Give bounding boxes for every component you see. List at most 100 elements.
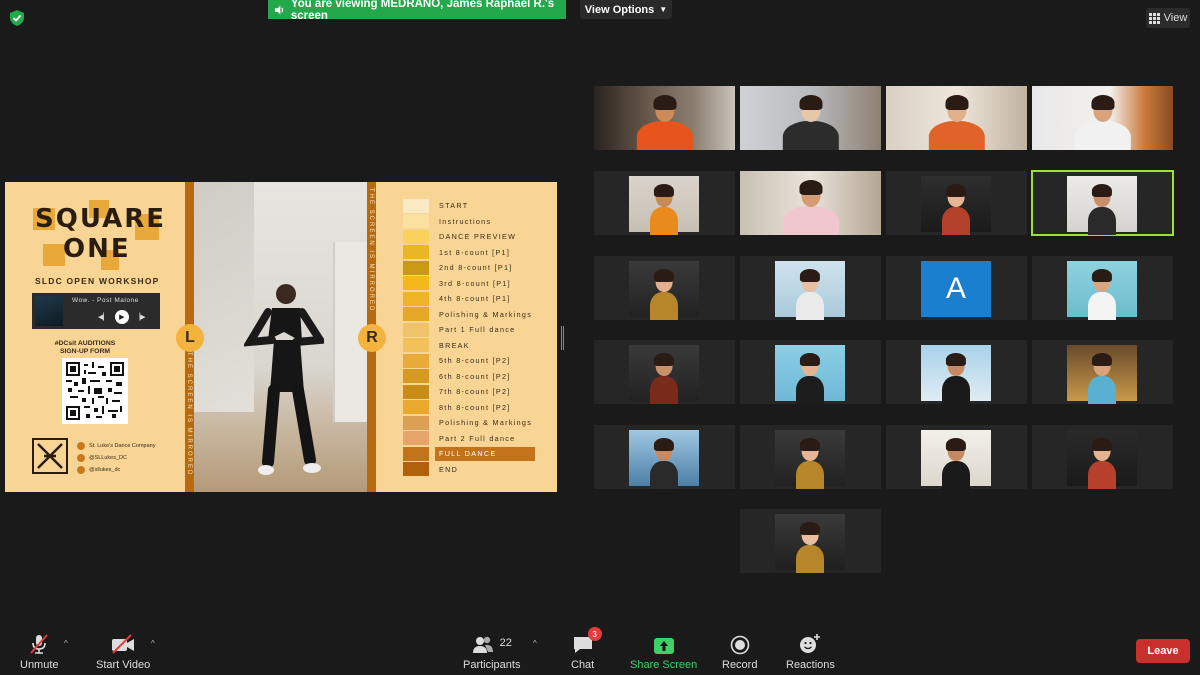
right-marker: R — [358, 324, 386, 352]
reactions-button[interactable]: Reactions — [786, 631, 835, 671]
schedule-label: Polishing & Markings — [439, 418, 533, 428]
participant-video — [629, 261, 699, 320]
participant-tile[interactable] — [740, 171, 881, 235]
play-icon: ▶ — [114, 310, 129, 324]
schedule-swatch — [403, 307, 429, 322]
schedule-swatch — [403, 245, 429, 260]
social-instagram: @sllukes_dc — [89, 467, 121, 473]
schedule-label: 2nd 8-count [P1] — [439, 263, 513, 273]
participant-video — [921, 176, 991, 235]
schedule-swatch — [403, 431, 429, 446]
participant-video — [629, 430, 699, 489]
muted-microphone-icon — [30, 634, 49, 654]
previous-icon: ◀▏ — [98, 314, 109, 321]
schedule-swatch — [403, 353, 429, 368]
schedule-swatch — [403, 400, 429, 415]
participant-tile[interactable] — [1032, 425, 1173, 489]
share-screen-label: Share Screen — [630, 659, 698, 671]
view-options-button[interactable]: View Options ▼ — [580, 0, 672, 19]
participant-video — [1067, 261, 1137, 320]
participant-tile[interactable] — [886, 171, 1027, 235]
next-icon: ▕▶ — [134, 314, 146, 321]
participant-tile[interactable] — [594, 340, 735, 404]
speaker-icon — [274, 4, 284, 15]
participant-tile[interactable] — [594, 256, 735, 320]
chat-unread-badge: 3 — [587, 627, 602, 641]
twitter-icon — [77, 454, 85, 462]
participant-video — [1067, 430, 1137, 489]
schedule-swatch — [403, 276, 429, 291]
qr-code — [62, 358, 128, 424]
participant-video — [775, 514, 845, 573]
participant-video — [1067, 345, 1137, 404]
title-line-2: ONE — [63, 234, 131, 264]
security-shield-icon[interactable] — [10, 10, 24, 26]
leave-button[interactable]: Leave — [1136, 639, 1190, 663]
participant-avatar: A — [921, 261, 991, 317]
participant-tile[interactable] — [886, 86, 1027, 150]
participant-tile[interactable] — [740, 256, 881, 320]
schedule-swatch — [403, 229, 429, 244]
schedule-row: 8th 8-count [P2] — [403, 400, 535, 416]
schedule-swatch — [403, 384, 429, 399]
video-off-icon — [112, 634, 135, 654]
participant-tile[interactable] — [740, 425, 881, 489]
participant-tile[interactable] — [1032, 340, 1173, 404]
participants-options-chevron-icon[interactable]: ^ — [533, 639, 537, 648]
share-screen-button[interactable]: Share Screen — [630, 631, 697, 671]
active-speaker-tile[interactable] — [1031, 170, 1174, 236]
participant-tile[interactable] — [740, 340, 881, 404]
video-options-chevron-icon[interactable]: ^ — [151, 639, 155, 648]
schedule-row: 1st 8-count [P1] — [403, 245, 535, 261]
view-button[interactable]: View — [1146, 8, 1190, 28]
schedule-row: BREAK — [403, 338, 535, 354]
unmute-button[interactable]: Unmute — [20, 631, 59, 671]
schedule-label: FULL DANCE — [435, 446, 535, 461]
song-title: Wow. - Post Malone — [72, 297, 139, 304]
schedule-row: DANCE PREVIEW — [403, 229, 535, 245]
schedule-label: 7th 8-count [P2] — [439, 387, 511, 397]
shared-screen[interactable]: SQUARE ONE SLDC OPEN WORKSHOP Wow. - Pos… — [5, 182, 557, 492]
participant-video — [1067, 176, 1137, 235]
start-video-label: Start Video — [96, 659, 151, 671]
schedule-label: DANCE PREVIEW — [439, 232, 517, 242]
participant-tile[interactable] — [886, 425, 1027, 489]
view-options-label: View Options — [584, 3, 655, 16]
schedule-label: Instructions — [439, 216, 492, 226]
participant-tile[interactable] — [594, 425, 735, 489]
schedule-row: FULL DANCE — [403, 446, 535, 462]
record-button[interactable]: Record — [722, 631, 757, 671]
participant-tile[interactable] — [740, 86, 881, 150]
social-twitter: @SLLukes_DC — [89, 455, 127, 461]
participant-tile[interactable] — [886, 340, 1027, 404]
participants-count: 22 — [499, 637, 512, 649]
schedule-label: 3rd 8-count [P1] — [439, 278, 511, 288]
participant-video — [740, 86, 881, 150]
participants-button[interactable]: 22 Participants — [463, 631, 520, 671]
view-label: View — [1163, 12, 1188, 24]
participant-video — [775, 430, 845, 489]
participant-tile[interactable] — [1032, 256, 1173, 320]
record-label: Record — [722, 659, 758, 671]
schedule-row: 7th 8-count [P2] — [403, 384, 535, 400]
schedule-row: 3rd 8-count [P1] — [403, 276, 535, 292]
participant-tile[interactable]: A — [886, 256, 1027, 320]
schedule-label: Part 1 Full dance — [439, 325, 516, 335]
schedule-swatch — [403, 462, 429, 477]
schedule-row: 6th 8-count [P2] — [403, 369, 535, 385]
chat-button[interactable]: 3 Chat — [571, 627, 602, 671]
participant-video — [775, 345, 845, 404]
splitter-handle[interactable] — [561, 326, 564, 350]
participant-tile[interactable] — [740, 509, 881, 573]
banner-text: You are viewing MEDRANO, James Raphael R… — [290, 0, 555, 22]
start-video-button[interactable]: Start Video — [96, 631, 150, 671]
audio-options-chevron-icon[interactable]: ^ — [64, 639, 68, 648]
participant-video — [1032, 86, 1173, 150]
participant-tile[interactable] — [594, 171, 735, 235]
schedule-label: 1st 8-count [P1] — [439, 247, 511, 257]
mirror-note-right: THE SCREEN IS MIRRORED — [368, 188, 374, 313]
participant-tile[interactable] — [1032, 86, 1173, 150]
participant-tile[interactable] — [594, 86, 735, 150]
participant-video — [921, 345, 991, 404]
workshop-schedule: START Instructions DANCE PREVIEW 1st 8-coun… — [403, 198, 535, 477]
